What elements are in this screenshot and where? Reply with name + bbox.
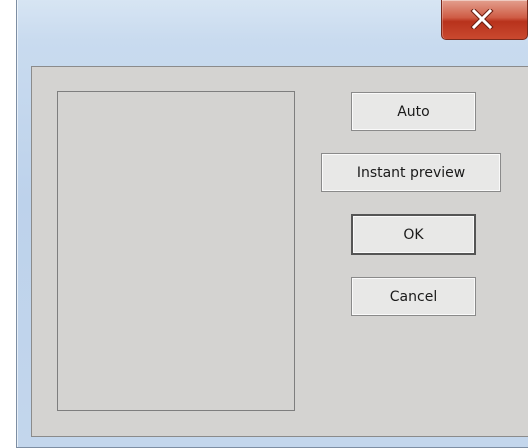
preview-panel: [57, 91, 295, 411]
cancel-button-label: Cancel: [389, 288, 438, 305]
instant-preview-button-label: Instant preview: [356, 164, 466, 181]
auto-button-label: Auto: [397, 103, 430, 120]
dialog-window: Auto Instant preview OK Cancel: [0, 0, 528, 448]
ok-button-label: OK: [403, 226, 424, 243]
ok-button[interactable]: OK: [351, 214, 476, 255]
close-icon: [470, 9, 494, 29]
auto-button[interactable]: Auto: [351, 92, 476, 131]
instant-preview-button[interactable]: Instant preview: [321, 153, 501, 192]
close-button[interactable]: [441, 0, 528, 40]
frame-edge: [17, 0, 18, 447]
cancel-button[interactable]: Cancel: [351, 277, 476, 316]
